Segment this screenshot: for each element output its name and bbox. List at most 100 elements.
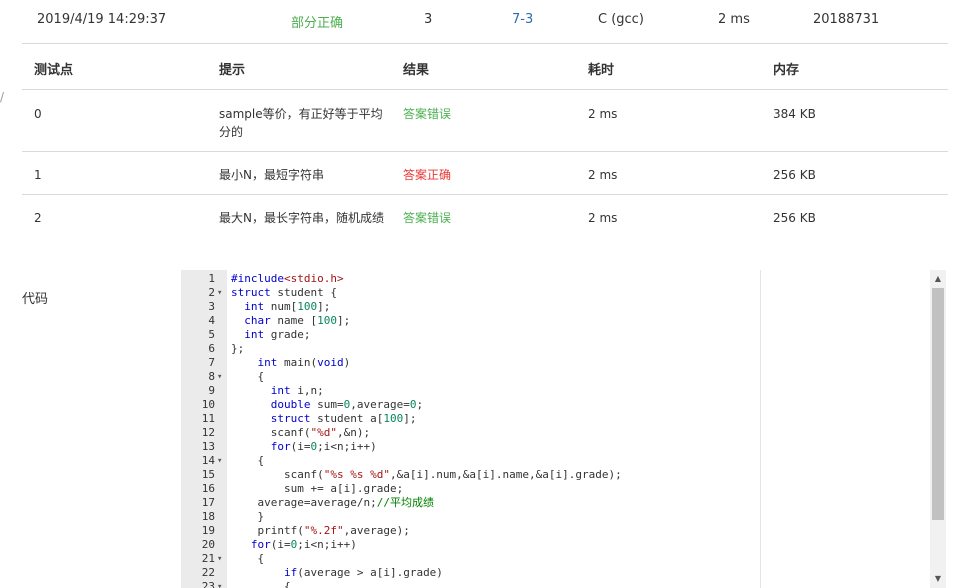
- table-header: 测试点 提示 结果 耗时 内存: [22, 44, 948, 90]
- code-line[interactable]: 20 for(i=0;i<n;i++): [181, 538, 761, 552]
- code-line[interactable]: 4 char name [100];: [181, 314, 761, 328]
- code-line[interactable]: 9 int i,n;: [181, 384, 761, 398]
- code-line[interactable]: 18 }: [181, 510, 761, 524]
- line-number: 22: [201, 566, 215, 579]
- fold-toggle-icon[interactable]: ▾: [217, 370, 227, 384]
- code-text: };: [231, 342, 245, 355]
- submission-summary-row: 2019/4/19 14:29:37 部分正确 3 7-3 C (gcc) 2 …: [22, 0, 948, 44]
- row-id: 2: [34, 211, 42, 225]
- line-number: 19: [201, 524, 215, 537]
- code-line[interactable]: 17 average=average/n;//平均成绩: [181, 496, 761, 510]
- code-text: {: [231, 552, 265, 565]
- row-time: 2 ms: [588, 107, 618, 121]
- code-line[interactable]: 1 #include<stdio.h>: [181, 272, 761, 286]
- line-number: 15: [201, 468, 215, 481]
- code-text: int i,n;: [270, 384, 324, 397]
- line-number: 13: [201, 440, 215, 453]
- code-line[interactable]: 16 sum += a[i].grade;: [181, 482, 761, 496]
- scroll-up-icon[interactable]: ▲: [930, 274, 946, 286]
- row-memory: 256 KB: [773, 168, 816, 182]
- code-line[interactable]: 15 scanf("%s %s %d",&a[i].num,&a[i].name…: [181, 468, 761, 482]
- line-number: 14: [201, 454, 215, 467]
- line-number: 20: [201, 538, 215, 551]
- line-number: 9: [208, 384, 215, 397]
- submission-user[interactable]: 20188731: [813, 12, 879, 27]
- row-id: 1: [34, 168, 42, 182]
- edge-mark: /: [0, 90, 5, 104]
- code-text: {: [231, 370, 265, 383]
- code-text: struct student {: [231, 286, 337, 299]
- vertical-scrollbar[interactable]: ▲ ▼: [930, 270, 946, 588]
- header-test-point: 测试点: [34, 63, 74, 78]
- header-memory: 内存: [773, 63, 800, 78]
- line-number: 10: [201, 398, 215, 411]
- code-text: }: [231, 510, 265, 523]
- code-line[interactable]: 5 int grade;: [181, 328, 761, 342]
- code-line[interactable]: 12 scanf("%d",&n);: [181, 426, 761, 440]
- line-number: 5: [208, 328, 215, 341]
- code-text: char name [100];: [244, 314, 351, 327]
- code-editor[interactable]: 1 #include<stdio.h> 2 ▾ struct student {3 in…: [181, 270, 761, 588]
- row-memory: 384 KB: [773, 107, 816, 121]
- fold-toggle-icon[interactable]: ▾: [217, 286, 227, 300]
- line-number: 4: [208, 314, 215, 327]
- code-text: #include<stdio.h>: [231, 272, 344, 285]
- row-hint: 最大N，最长字符串，随机成绩: [219, 211, 384, 225]
- code-line[interactable]: 7 int main(void): [181, 356, 761, 370]
- code-text: struct student a[100];: [270, 412, 417, 425]
- fold-toggle-icon[interactable]: ▾: [217, 454, 227, 468]
- line-number: 12: [201, 426, 215, 439]
- code-text: scanf("%s %s %d",&a[i].num,&a[i].name,&a…: [231, 468, 622, 481]
- code-text: {: [231, 580, 291, 588]
- code-line[interactable]: 2 ▾ struct student {: [181, 286, 761, 300]
- code-line[interactable]: 19 printf("%.2f",average);: [181, 524, 761, 538]
- line-number: 3: [208, 300, 215, 313]
- row-time: 2 ms: [588, 211, 618, 225]
- code-line[interactable]: 10 double sum=0,average=0;: [181, 398, 761, 412]
- code-line[interactable]: 8 ▾ {: [181, 370, 761, 384]
- code-line[interactable]: 3 int num[100];: [181, 300, 761, 314]
- row-hint: 最小N，最短字符串: [219, 168, 324, 182]
- row-result: 答案错误: [403, 211, 452, 225]
- code-text: double sum=0,average=0;: [270, 398, 424, 411]
- problem-link[interactable]: 7-3: [512, 12, 533, 27]
- line-number: 18: [201, 510, 215, 523]
- code-text: if(average > a[i].grade): [283, 566, 443, 579]
- code-text: int grade;: [244, 328, 311, 341]
- submission-status[interactable]: 部分正确: [291, 12, 343, 31]
- panel-divider: [760, 270, 761, 588]
- header-time: 耗时: [588, 63, 615, 78]
- code-line[interactable]: 6};: [181, 342, 761, 356]
- submission-score: 3: [424, 12, 433, 27]
- header-hint: 提示: [219, 63, 246, 78]
- submission-time: 2019/4/19 14:29:37: [37, 12, 167, 27]
- code-text: scanf("%d",&n);: [231, 426, 371, 439]
- line-number: 16: [201, 482, 215, 495]
- code-line[interactable]: 22 if(average > a[i].grade): [181, 566, 761, 580]
- scroll-down-icon[interactable]: ▼: [930, 574, 946, 586]
- fold-toggle-icon[interactable]: ▾: [217, 552, 227, 566]
- line-number: 6: [208, 342, 215, 355]
- row-time: 2 ms: [588, 168, 618, 182]
- code-text: average=average/n;//平均成绩: [231, 496, 434, 509]
- row-hint: sample等价，有正好等于平均分的: [219, 107, 383, 139]
- row-result: 答案正确: [403, 168, 452, 182]
- code-line[interactable]: 13 for(i=0;i<n;i++): [181, 440, 761, 454]
- fold-toggle-icon[interactable]: ▾: [217, 580, 227, 588]
- line-number: 8: [208, 370, 215, 383]
- line-number: 11: [201, 412, 215, 425]
- row-result: 答案错误: [403, 107, 452, 121]
- line-number: 2: [208, 286, 215, 299]
- code-text: int num[100];: [244, 300, 331, 313]
- code-line[interactable]: 23 ▾ {: [181, 580, 761, 588]
- code-text: for(i=0;i<n;i++): [250, 538, 357, 551]
- code-label: 代码: [22, 292, 49, 307]
- submission-duration: 2 ms: [718, 12, 750, 27]
- scrollbar-thumb[interactable]: [932, 288, 944, 520]
- table-row: 2 最大N，最长字符串，随机成绩 答案错误 2 ms 256 KB: [22, 195, 948, 255]
- submission-compiler: C (gcc): [598, 12, 644, 27]
- code-line[interactable]: 21 ▾ {: [181, 552, 761, 566]
- line-number: 23: [201, 580, 215, 588]
- code-line[interactable]: 14 ▾ {: [181, 454, 761, 468]
- code-line[interactable]: 11 struct student a[100];: [181, 412, 761, 426]
